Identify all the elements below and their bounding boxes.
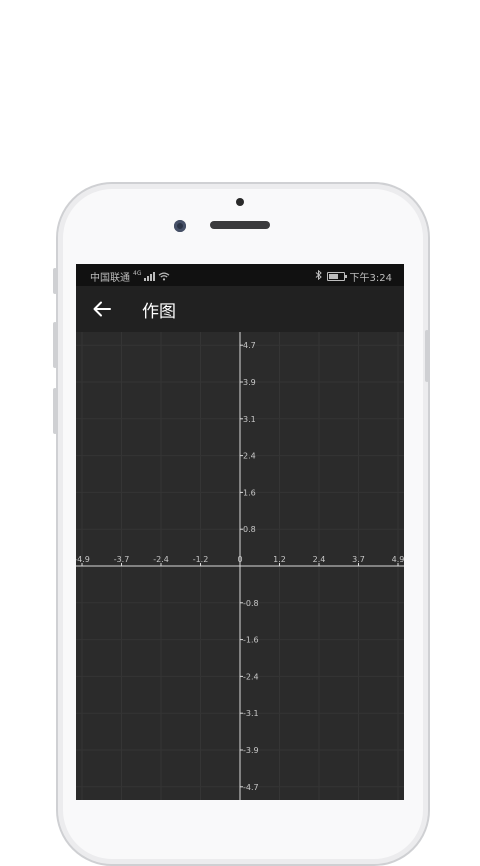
- x-tick-label: -4.9: [76, 555, 90, 564]
- x-tick-label: 2.4: [313, 555, 326, 564]
- signal-icon: [144, 272, 156, 281]
- arrow-left-icon: [93, 301, 111, 317]
- x-tick-label: -3.7: [114, 555, 130, 564]
- y-tick-label: 4.7: [243, 341, 256, 350]
- status-right: 下午3:24: [315, 269, 392, 284]
- front-camera: [174, 220, 186, 232]
- page-title: 作图: [142, 302, 176, 322]
- x-tick-label: 3.7: [352, 555, 365, 564]
- earpiece-speaker: [210, 221, 270, 229]
- mute-switch: [53, 268, 57, 294]
- battery-icon: [326, 272, 347, 281]
- x-tick-label: -2.4: [153, 555, 169, 564]
- proximity-sensor: [236, 198, 244, 206]
- y-tick-label: -3.9: [243, 746, 259, 755]
- status-time: 下午3:24: [349, 273, 392, 284]
- x-tick-label: -1.2: [193, 555, 209, 564]
- back-button[interactable]: [90, 298, 114, 320]
- coordinate-plane[interactable]: -4.9 -3.7 -2.4 -1.2 0 1.2 2.4 3.7 4.9 4.7 3.9 3.1 2.…: [76, 332, 404, 800]
- y-tick-label: -4.7: [243, 783, 259, 792]
- network-type: 4G: [133, 270, 142, 277]
- y-tick-label: 1.6: [243, 488, 256, 497]
- status-left: 中国联通 4G: [90, 269, 170, 284]
- y-tick-label: -2.4: [243, 672, 259, 681]
- carrier-name: 中国联通: [90, 273, 130, 284]
- y-tick-label: 0.8: [243, 525, 256, 534]
- bluetooth-icon: [315, 269, 322, 283]
- y-tick-label: 3.9: [243, 378, 256, 387]
- y-tick-label: 2.4: [243, 452, 256, 461]
- y-tick-label: 3.1: [243, 415, 256, 424]
- wifi-icon: [158, 272, 170, 281]
- y-tick-label: -3.1: [243, 709, 259, 718]
- y-tick-label: -1.6: [243, 636, 259, 645]
- graph-canvas[interactable]: -4.9 -3.7 -2.4 -1.2 0 1.2 2.4 3.7 4.9 4.7 3.9 3.1 2.…: [76, 332, 404, 800]
- status-bar: 中国联通 4G 下午3:24: [76, 264, 404, 286]
- x-tick-label: 0: [237, 555, 242, 564]
- phone-screen: 中国联通 4G 下午3:24 作图 4.9 -3.7 -2.4 -1.2 0 1…: [76, 264, 404, 800]
- power-button: [425, 330, 429, 382]
- x-tick-label: 4.9: [392, 555, 404, 564]
- app-bar: 作图: [76, 286, 404, 332]
- volume-up-button: [53, 322, 57, 368]
- x-tick-label: 1.2: [273, 555, 286, 564]
- volume-down-button: [53, 388, 57, 434]
- y-tick-label: -0.8: [243, 599, 259, 608]
